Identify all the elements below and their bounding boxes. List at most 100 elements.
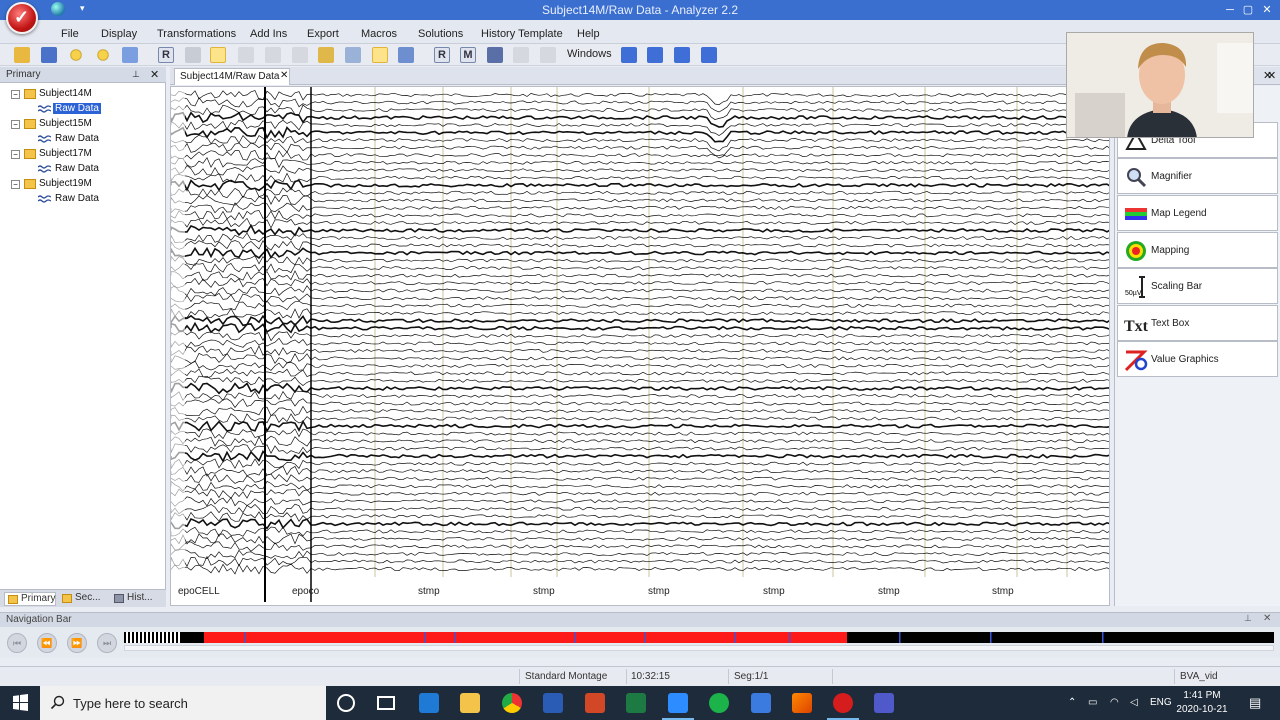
minimize-icon[interactable]: ─ xyxy=(1222,2,1238,18)
waveform-icon xyxy=(38,195,51,203)
windows-start-icon[interactable] xyxy=(0,686,40,720)
window-horizontal-icon[interactable] xyxy=(674,47,690,63)
word-icon[interactable] xyxy=(543,693,563,713)
eeg-channel-trace xyxy=(171,435,1109,447)
menu-display[interactable]: Display xyxy=(101,28,137,40)
tool-map-legend[interactable]: Map Legend xyxy=(1117,195,1278,231)
battery-icon[interactable]: ▭ xyxy=(1088,697,1097,708)
folder-icon xyxy=(24,89,36,99)
menu-transformations[interactable]: Transformations xyxy=(157,28,236,40)
tab-secondary[interactable]: Sec... xyxy=(59,592,105,606)
folder-icon xyxy=(24,149,36,159)
tool-text-box[interactable]: Txt Text Box xyxy=(1117,305,1278,341)
menu-history-template[interactable]: History Template xyxy=(481,28,563,40)
menu-file[interactable]: File xyxy=(61,28,79,40)
collapse-icon[interactable]: − xyxy=(11,150,20,159)
tree-item-subject[interactable]: − Subject17M xyxy=(0,148,160,162)
task-view-icon[interactable] xyxy=(377,696,395,710)
tree-item-subject[interactable]: − Subject15M xyxy=(0,118,160,132)
window-vertical-icon[interactable] xyxy=(701,47,717,63)
excel-icon[interactable] xyxy=(626,693,646,713)
eeg-channel-trace xyxy=(171,533,1109,545)
menu-solutions[interactable]: Solutions xyxy=(418,28,463,40)
view-settings-icon[interactable] xyxy=(122,47,138,63)
teams-icon[interactable] xyxy=(874,693,894,713)
m-tool-icon[interactable]: M xyxy=(460,47,476,63)
last-page-icon[interactable]: ⏭ xyxy=(97,633,117,653)
previous-page-icon[interactable]: ⏪ xyxy=(37,633,57,653)
navigation-marker xyxy=(170,632,172,643)
tree-item-raw-data[interactable]: Raw Data xyxy=(0,193,160,207)
menu-add-ins[interactable]: Add Ins xyxy=(250,28,287,40)
matlab-icon[interactable] xyxy=(792,693,812,713)
messaging-icon[interactable] xyxy=(709,693,729,713)
reference-icon[interactable]: R xyxy=(158,47,174,63)
calendar-icon[interactable] xyxy=(751,693,771,713)
collapse-icon[interactable]: − xyxy=(11,90,20,99)
cortana-icon[interactable] xyxy=(337,694,355,712)
navigation-scrollbar[interactable] xyxy=(124,645,1274,651)
tool-scaling-bar[interactable]: 50µV Scaling Bar xyxy=(1117,268,1278,304)
globe-icon[interactable] xyxy=(51,2,65,16)
tree-item-subject[interactable]: − Subject19M xyxy=(0,178,160,192)
filter-icon[interactable] xyxy=(345,47,361,63)
transform-icon[interactable] xyxy=(41,47,57,63)
tray-expand-icon[interactable]: ⌃ xyxy=(1068,697,1076,708)
mail-icon[interactable] xyxy=(419,693,439,713)
collapse-icon[interactable]: − xyxy=(11,120,20,129)
next-page-icon[interactable]: ⏩ xyxy=(67,633,87,653)
notifications-icon[interactable]: ▤ xyxy=(1249,695,1261,711)
panel-close-icon[interactable]: ✕ xyxy=(150,68,159,81)
menu-help[interactable]: Help xyxy=(577,28,600,40)
zoom-in-icon[interactable] xyxy=(68,47,84,63)
file-explorer-icon[interactable] xyxy=(460,693,480,713)
r-tool-icon[interactable]: R xyxy=(434,47,450,63)
close-icon[interactable]: ✕ xyxy=(1259,2,1275,18)
analyzer-icon[interactable] xyxy=(827,693,859,720)
highlight-icon[interactable] xyxy=(372,47,388,63)
primary-panel: Primary ⊥ ✕ − Subject14M Raw Data − Subj… xyxy=(0,67,166,607)
tree-item-raw-data[interactable]: Raw Data xyxy=(0,133,160,147)
tool-magnifier[interactable]: Magnifier xyxy=(1117,158,1278,194)
first-page-icon[interactable]: ⏮ xyxy=(7,633,27,653)
tools-close-icon[interactable]: ✕ xyxy=(1267,69,1276,82)
tab-close-icon[interactable]: ✕ xyxy=(280,70,290,81)
overlay-icon[interactable] xyxy=(210,47,226,63)
taskbar-search[interactable]: Type here to search xyxy=(40,686,326,720)
maximize-icon[interactable]: ▢ xyxy=(1240,2,1256,18)
subject-label: Subject17M xyxy=(39,148,92,159)
zoom-icon[interactable] xyxy=(662,693,694,720)
taskbar-clock[interactable]: 1:41 PM 2020-10-21 xyxy=(1168,689,1236,717)
tree-item-raw-data[interactable]: Raw Data xyxy=(0,163,160,177)
window-cascade-icon[interactable] xyxy=(621,47,637,63)
tool-mapping[interactable]: Mapping xyxy=(1117,232,1278,268)
pin-icon[interactable]: ⊥ xyxy=(1244,613,1252,624)
new-icon[interactable] xyxy=(14,47,30,63)
app-logo-icon[interactable]: ✓ xyxy=(6,2,38,34)
navigation-close-icon[interactable]: ✕ xyxy=(1263,613,1271,624)
document-tab[interactable]: Subject14M/Raw Data ✕ xyxy=(174,68,290,85)
baseline-icon[interactable] xyxy=(318,47,334,63)
navigation-track[interactable] xyxy=(124,632,1274,643)
volume-icon[interactable]: ◁ xyxy=(1130,697,1138,708)
collapse-icon[interactable]: − xyxy=(11,180,20,189)
menu-export[interactable]: Export xyxy=(307,28,339,40)
tree-item-raw-data[interactable]: Raw Data xyxy=(0,103,160,117)
tool-value-graphics[interactable]: Value Graphics xyxy=(1117,341,1278,377)
navigation-bar-header: Navigation Bar ⊥ ✕ xyxy=(0,613,1280,627)
tab-history[interactable]: Hist... xyxy=(111,592,163,606)
window-tile-icon[interactable] xyxy=(647,47,663,63)
powerpoint-icon[interactable] xyxy=(585,693,605,713)
wifi-icon[interactable]: ◠ xyxy=(1110,697,1119,708)
montage-icon[interactable] xyxy=(398,47,414,63)
primary-panel-title: Primary xyxy=(6,69,41,80)
quick-access-dropdown-icon[interactable]: ▾ xyxy=(80,3,85,14)
chrome-icon[interactable] xyxy=(502,693,522,713)
tree-item-subject[interactable]: − Subject14M xyxy=(0,88,160,102)
menu-macros[interactable]: Macros xyxy=(361,28,397,40)
eeg-view[interactable]: epoCELL epoco stmp stmp stmp stmp stmp s… xyxy=(170,86,1110,606)
pin-icon[interactable]: ⊥ xyxy=(132,69,140,80)
tab-primary[interactable]: Primary xyxy=(4,592,56,606)
zoom-out-icon[interactable] xyxy=(95,47,111,63)
export-icon[interactable] xyxy=(487,47,503,63)
